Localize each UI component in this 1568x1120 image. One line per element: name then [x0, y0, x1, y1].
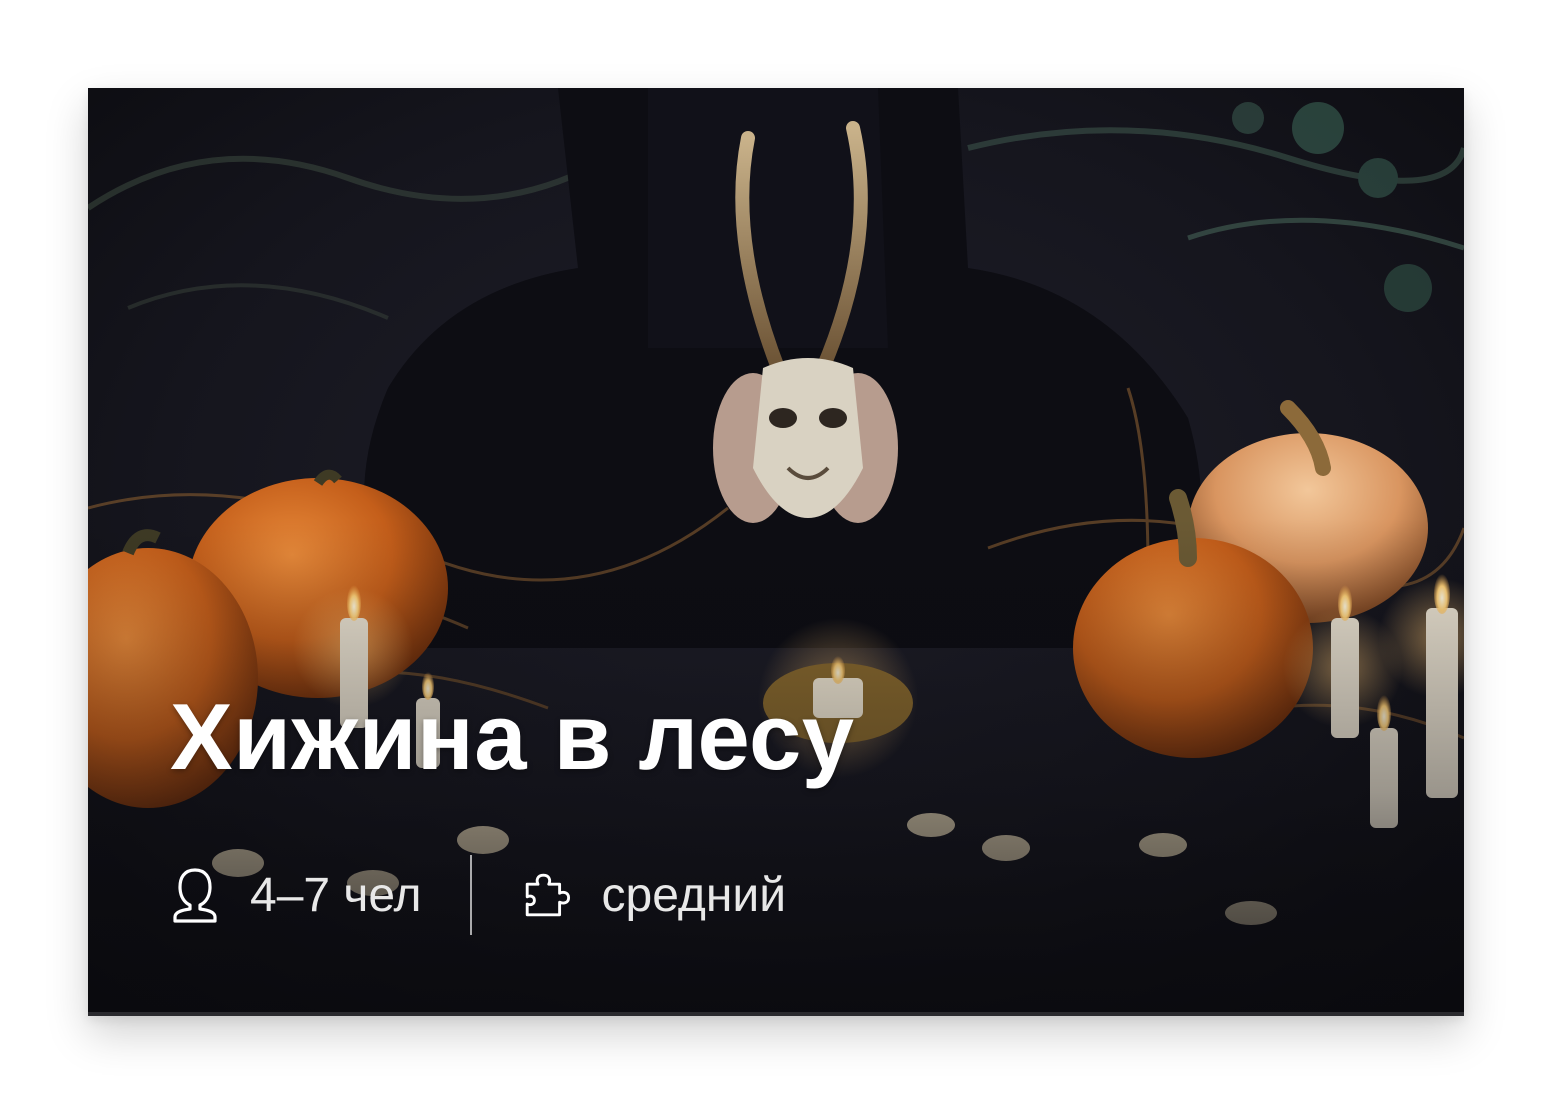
difficulty-label: средний — [601, 868, 787, 922]
difficulty-info: средний — [520, 850, 786, 940]
players-label: 4–7 чел — [250, 868, 422, 922]
players-info: 4–7 чел — [168, 850, 422, 940]
person-icon — [168, 865, 222, 925]
puzzle-icon — [520, 865, 574, 925]
card-overlay: Хижина в лесу 4–7 чел средний — [88, 88, 1464, 1016]
card-meta: 4–7 чел средний — [168, 850, 786, 940]
meta-divider — [469, 855, 472, 935]
card-title: Хижина в лесу — [170, 684, 855, 789]
quest-card[interactable]: Хижина в лесу 4–7 чел средний — [88, 88, 1464, 1016]
